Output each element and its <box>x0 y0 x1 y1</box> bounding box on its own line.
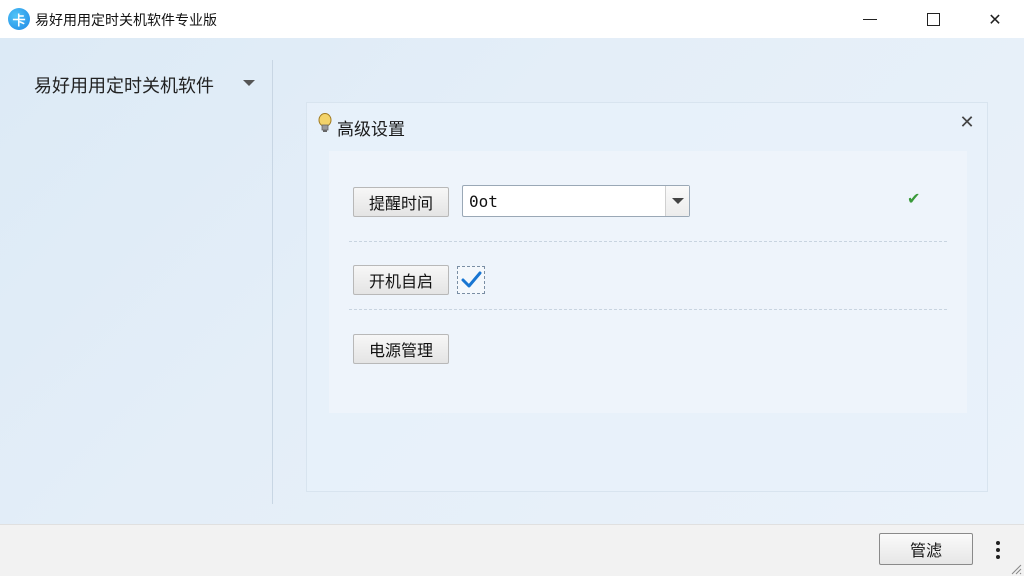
advanced-settings-panel: 高级设置 ✕ 提醒时间 0ot ✔ 开机自启 电源管理 <box>306 102 988 492</box>
maximize-icon <box>926 12 940 26</box>
separator <box>349 241 947 242</box>
maximize-button[interactable] <box>903 0 963 38</box>
bottom-bar: 管滤 <box>0 524 1024 576</box>
reminder-time-value: 0ot <box>469 192 498 211</box>
window-title: 易好用用定时关机软件专业版 <box>35 13 217 29</box>
close-button[interactable]: ✕ <box>965 0 1024 38</box>
sidebar-divider <box>272 60 273 504</box>
close-icon: ✕ <box>988 9 1002 29</box>
filter-button[interactable]: 管滤 <box>879 533 973 565</box>
reminder-time-button[interactable]: 提醒时间 <box>353 187 449 217</box>
sidebar-app-name[interactable]: 易好用用定时关机软件 <box>34 72 214 98</box>
lightbulb-icon <box>318 113 332 132</box>
autostart-checkbox[interactable] <box>457 266 485 294</box>
chevron-down-icon[interactable] <box>243 80 255 86</box>
dot <box>996 541 1000 545</box>
chevron-down-icon <box>672 198 684 204</box>
autostart-button[interactable]: 开机自启 <box>353 265 449 295</box>
separator <box>349 309 947 310</box>
title-bar: 卡 易好用用定时关机软件专业版 ✕ <box>0 0 1024 38</box>
dot <box>996 548 1000 552</box>
app-logo-icon: 卡 <box>8 8 30 30</box>
app-logo-text: 卡 <box>12 13 26 29</box>
dot <box>996 555 1000 559</box>
more-options-icon[interactable] <box>992 539 1004 561</box>
check-icon: ✔ <box>907 189 921 208</box>
panel-close-icon[interactable]: ✕ <box>957 113 977 133</box>
panel-title: 高级设置 <box>337 120 405 140</box>
minimize-button[interactable] <box>840 0 900 38</box>
reminder-time-select[interactable]: 0ot <box>462 185 690 217</box>
main-area: 易好用用定时关机软件 高级设置 ✕ 提醒时间 0ot ✔ 开机自启 电源管理 <box>0 38 1024 524</box>
power-management-button[interactable]: 电源管理 <box>353 334 449 364</box>
minimize-icon <box>863 18 877 20</box>
checkmark-icon <box>461 271 482 288</box>
settings-list: 提醒时间 0ot ✔ 开机自启 电源管理 <box>329 151 967 413</box>
sidebar: 易好用用定时关机软件 <box>0 38 272 524</box>
resize-grip-icon[interactable] <box>1008 561 1022 575</box>
select-dropdown-button[interactable] <box>665 186 689 216</box>
